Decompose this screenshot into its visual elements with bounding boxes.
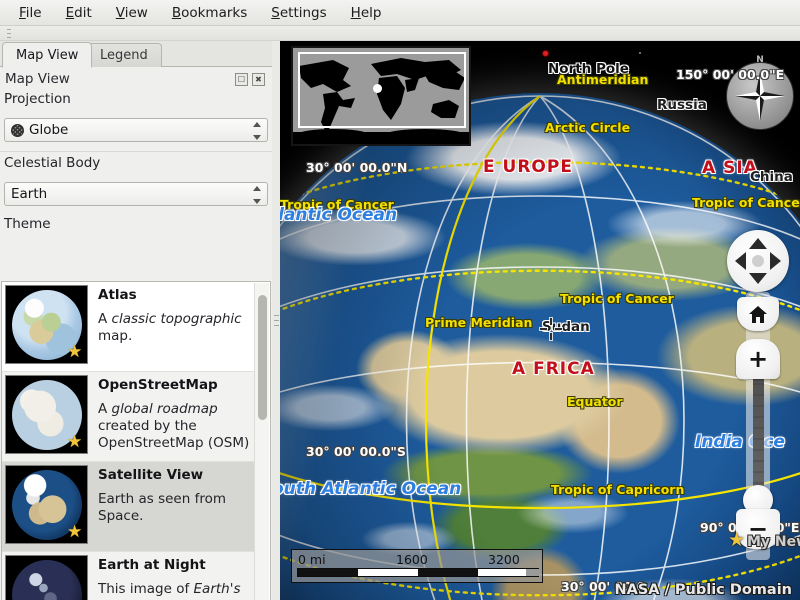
toolbar (0, 26, 800, 41)
theme-item-earth-at-night[interactable]: ★ Earth at Night This image of Earth's c… (2, 552, 254, 600)
map-attribution: NASA / Public Domain (614, 582, 792, 598)
float-icon[interactable]: ☐ (235, 73, 248, 86)
scrollbar-thumb[interactable] (258, 295, 267, 420)
pan-up-icon (749, 238, 767, 249)
projection-combo[interactable]: Globe (4, 118, 268, 142)
theme-item-openstreetmap[interactable]: ★ OpenStreetMap A global roadmap created… (2, 372, 254, 462)
celestial-body-combo[interactable]: Earth (4, 182, 268, 206)
theme-item-atlas[interactable]: ★ Atlas A classic topographic map. (2, 282, 254, 372)
scale-tick-1600: 1600 (396, 552, 428, 567)
pan-down-icon (749, 273, 767, 284)
projection-label: Projection (4, 91, 71, 107)
globe-icon (11, 123, 24, 137)
chevron-updown-icon (252, 186, 261, 204)
menu-file[interactable]: File (8, 2, 53, 24)
overview-viewport-box (298, 52, 466, 128)
compass-rose[interactable]: N (726, 55, 794, 130)
menubar: File Edit View Bookmarks Settings Help (0, 0, 800, 26)
bookmark-placemark[interactable]: ★ My New (728, 529, 800, 551)
favorite-star-icon: ★ (67, 342, 83, 362)
theme-description: A classic topographic map. (98, 311, 242, 344)
overview-center-dot (373, 84, 382, 93)
pan-center-icon (752, 255, 764, 267)
menu-edit[interactable]: Edit (55, 2, 103, 24)
dock-header: Map View ☐ ✖ (5, 71, 267, 91)
earth-globe[interactable] (280, 93, 800, 600)
theme-description: A global roadmap created by the OpenStre… (98, 401, 250, 451)
north-pole-marker (542, 50, 549, 57)
projection-value: Globe (29, 122, 69, 138)
theme-list-scrollbar[interactable] (254, 283, 269, 600)
scale-tick-0: 0 mi (298, 552, 326, 567)
globe-shading (280, 93, 800, 600)
compass-needle-icon (735, 71, 785, 121)
theme-thumbnail: ★ (5, 465, 88, 544)
dock-tabbar: Map View Legend (0, 41, 272, 68)
menu-settings[interactable]: Settings (260, 2, 337, 24)
map-crosshair (540, 318, 562, 340)
navigation-widget: + − (727, 230, 789, 560)
tab-map-view[interactable]: Map View (2, 42, 93, 68)
theme-name: OpenStreetMap (98, 377, 218, 393)
tab-legend[interactable]: Legend (86, 43, 162, 67)
pan-left-icon (735, 252, 746, 270)
celestial-body-value: Earth (11, 186, 48, 202)
theme-name: Atlas (98, 287, 137, 303)
favorite-star-icon: ★ (67, 432, 83, 452)
close-icon[interactable]: ✖ (252, 73, 265, 86)
compass-north-label: N (756, 55, 764, 65)
scale-bar: 0 mi 1600 3200 (291, 549, 543, 583)
marble-window: File Edit View Bookmarks Settings Help M… (0, 0, 800, 600)
theme-thumbnail: ★ (5, 555, 88, 600)
toolbar-drag-handle[interactable] (7, 29, 11, 38)
theme-list[interactable]: ★ Atlas A classic topographic map. ★ Ope… (1, 281, 271, 600)
theme-thumbnail: ★ (5, 285, 88, 364)
scale-tick-3200: 3200 (488, 552, 520, 567)
overview-map[interactable] (291, 46, 471, 146)
home-icon (749, 305, 767, 323)
chevron-updown-icon (252, 122, 261, 140)
theme-thumbnail: ★ (5, 375, 88, 454)
theme-name: Satellite View (98, 467, 204, 483)
celestial-body-label: Celestial Body (4, 155, 101, 171)
map-view-dock: Map View Legend Map View ☐ ✖ Projection … (0, 41, 272, 600)
home-button[interactable] (737, 297, 779, 331)
tab-legend-label: Legend (100, 48, 148, 63)
bookmark-label: My New (747, 534, 800, 550)
theme-description: This image of Earth's city lights was cr… (98, 581, 250, 600)
menu-bookmarks[interactable]: Bookmarks (161, 2, 258, 24)
menu-help[interactable]: Help (340, 2, 393, 24)
scale-bar-graphic (297, 568, 540, 577)
zoom-in-button[interactable]: + (736, 339, 780, 379)
pan-right-icon (770, 252, 781, 270)
theme-label: Theme (4, 216, 51, 232)
theme-description: Earth as seen from Space. (98, 491, 226, 524)
panel-splitter[interactable] (272, 41, 280, 600)
map-canvas[interactable]: Lupus (280, 41, 800, 600)
theme-name: Earth at Night (98, 557, 206, 573)
zoom-in-label: + (747, 345, 769, 373)
direction-pad[interactable] (727, 230, 789, 292)
favorite-star-icon: ★ (67, 522, 83, 542)
dock-title: Map View (5, 71, 70, 87)
theme-item-satellite-view[interactable]: ★ Satellite View Earth as seen from Spac… (2, 462, 254, 552)
bookmark-star-icon: ★ (728, 529, 746, 551)
menu-view[interactable]: View (105, 2, 159, 24)
tab-map-view-label: Map View (16, 47, 79, 63)
